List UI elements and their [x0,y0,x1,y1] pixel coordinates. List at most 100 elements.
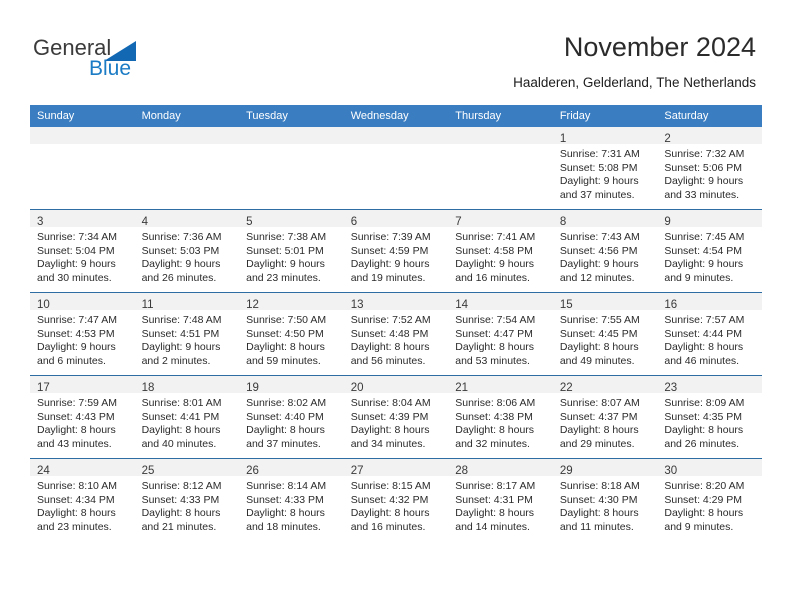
title-block: November 2024 Haalderen, Gelderland, The… [513,31,756,92]
daylight-text-line2: and 53 minutes. [455,354,530,367]
calendar-day-cell[interactable]: 28 Sunrise: 8:17 AM Sunset: 4:31 PM Dayligh… [448,458,553,541]
calendar-day-cell[interactable]: 7 Sunrise: 7:41 AM Sunset: 4:58 PM Daylight… [448,209,553,293]
daylight-text-line1: Daylight: 8 hours [350,341,430,353]
calendar-day-cell[interactable]: 25 Sunrise: 8:12 AM Sunset: 4:33 PM Dayligh… [134,458,240,541]
sunrise-text: Sunrise: 7:50 AM [246,314,327,326]
daylight-text-line2: and 59 minutes. [246,354,321,367]
sunrise-text: Sunrise: 7:45 AM [664,231,745,243]
day-number: 14 [455,299,469,311]
calendar-cell-empty [448,127,553,210]
sunset-text: Sunset: 5:04 PM [37,244,115,257]
sunset-text: Sunset: 4:45 PM [559,327,638,340]
page-title: November 2024 [563,32,756,62]
general-blue-logo[interactable]: General Blue [33,36,233,88]
sunrise-text: Sunrise: 7:59 AM [37,397,117,409]
calendar-day-cell[interactable]: 24 Sunrise: 8:10 AM Sunset: 4:34 PM Dayligh… [30,458,135,541]
weekday-header-thursday: Thursday [448,105,553,127]
day-number-band [343,127,449,144]
calendar-day-cell[interactable]: 22 Sunrise: 8:07 AM Sunset: 4:37 PM Dayligh… [552,375,658,459]
calendar-cell-empty [134,127,240,210]
calendar-day-cell[interactable]: 29 Sunrise: 8:18 AM Sunset: 4:30 PM Dayligh… [552,458,658,541]
daylight-text-line1: Daylight: 8 hours [246,507,325,519]
daylight-text-line2: and 16 minutes. [455,271,530,284]
day-number-band: 29 [552,459,658,477]
calendar-day-cell[interactable]: 8 Sunrise: 7:43 AM Sunset: 4:56 PM Daylight… [552,209,658,293]
sunrise-text: Sunrise: 7:38 AM [246,231,327,243]
sunrise-text: Sunrise: 8:17 AM [455,480,536,492]
daylight-text-line2: and 23 minutes. [37,520,112,533]
day-details: Sunrise: 8:15 AM Sunset: 4:32 PM Daylight:… [344,476,449,534]
weekday-header-sunday: Sunday [30,105,135,127]
daylight-text-line2: and 19 minutes. [350,271,426,284]
sunset-text: Sunset: 4:31 PM [455,493,533,506]
calendar-day-cell[interactable]: 21 Sunrise: 8:06 AM Sunset: 4:38 PM Dayligh… [448,375,553,459]
calendar-day-cell[interactable]: 30 Sunrise: 8:20 AM Sunset: 4:29 PM Dayligh… [657,458,762,541]
day-number: 18 [141,382,155,394]
sunrise-text: Sunrise: 7:48 AM [141,314,222,326]
day-number-band: 9 [657,210,762,228]
sunrise-text: Sunrise: 7:57 AM [664,314,745,326]
daylight-text-line1: Daylight: 8 hours [246,424,325,436]
calendar-day-cell[interactable]: 11 Sunrise: 7:48 AM Sunset: 4:51 PM Dayligh… [134,292,240,376]
calendar-day-cell[interactable]: 18 Sunrise: 8:01 AM Sunset: 4:41 PM Dayligh… [134,375,240,459]
day-number-band: 16 [657,293,762,311]
day-details: Sunrise: 7:43 AM Sunset: 4:56 PM Daylight:… [553,227,658,285]
daylight-text-line1: Daylight: 9 hours [350,258,430,270]
calendar-day-cell[interactable]: 23 Sunrise: 8:09 AM Sunset: 4:35 PM Dayligh… [657,375,762,459]
day-details: Sunrise: 7:50 AM Sunset: 4:50 PM Daylight:… [239,310,344,368]
day-number-band [134,127,240,144]
sunset-text: Sunset: 5:06 PM [664,161,743,174]
calendar-day-cell[interactable]: 26 Sunrise: 8:14 AM Sunset: 4:33 PM Dayligh… [239,458,344,541]
daylight-text-line1: Daylight: 8 hours [37,507,116,519]
sunrise-text: Sunrise: 8:02 AM [246,397,327,409]
day-number-band [239,127,344,144]
daylight-text-line1: Daylight: 8 hours [350,507,430,519]
sunrise-text: Sunrise: 8:07 AM [559,397,640,409]
calendar-cell-empty [239,127,344,210]
calendar-day-cell[interactable]: 10 Sunrise: 7:47 AM Sunset: 4:53 PM Dayligh… [30,292,135,376]
calendar-day-cell[interactable]: 14 Sunrise: 7:54 AM Sunset: 4:47 PM Dayligh… [448,292,553,376]
calendar-day-cell[interactable]: 20 Sunrise: 8:04 AM Sunset: 4:39 PM Dayligh… [343,375,449,459]
sunrise-text: Sunrise: 8:20 AM [664,480,745,492]
sunset-text: Sunset: 4:35 PM [664,410,743,423]
daylight-text-line1: Daylight: 9 hours [141,258,221,270]
day-number: 7 [455,216,462,228]
sunset-text: Sunset: 4:33 PM [246,493,324,506]
calendar-day-cell[interactable]: 15 Sunrise: 7:55 AM Sunset: 4:45 PM Dayligh… [552,292,658,376]
calendar-day-cell[interactable]: 6 Sunrise: 7:39 AM Sunset: 4:59 PM Daylight… [343,209,449,293]
daylight-text-line1: Daylight: 8 hours [141,507,221,519]
daylight-text-line2: and 29 minutes. [559,437,635,450]
day-number: 20 [350,382,364,394]
calendar-day-cell[interactable]: 9 Sunrise: 7:45 AM Sunset: 4:54 PM Daylight… [657,209,762,293]
daylight-text-line2: and 21 minutes. [141,520,217,533]
daylight-text-line2: and 9 minutes. [664,271,734,284]
day-number-band: 7 [448,210,553,228]
calendar-day-cell[interactable]: 12 Sunrise: 7:50 AM Sunset: 4:50 PM Dayligh… [239,292,344,376]
sunset-text: Sunset: 5:03 PM [141,244,220,257]
calendar-day-cell[interactable]: 16 Sunrise: 7:57 AM Sunset: 4:44 PM Dayligh… [657,292,762,376]
day-details: Sunrise: 8:09 AM Sunset: 4:35 PM Daylight:… [657,393,762,451]
sunrise-text: Sunrise: 7:34 AM [37,231,117,243]
calendar-day-cell[interactable]: 1 Sunrise: 7:31 AM Sunset: 5:08 PM Daylight… [552,127,658,210]
daylight-text-line2: and 18 minutes. [246,520,321,533]
day-number-band: 13 [343,293,449,311]
calendar-day-cell[interactable]: 13 Sunrise: 7:52 AM Sunset: 4:48 PM Dayligh… [343,292,449,376]
calendar-day-cell[interactable]: 27 Sunrise: 8:15 AM Sunset: 4:32 PM Dayligh… [343,458,449,541]
daylight-text-line2: and 12 minutes. [559,271,635,284]
daylight-text-line2: and 9 minutes. [664,520,734,533]
sunset-text: Sunset: 4:33 PM [141,493,220,506]
day-number: 10 [37,299,50,311]
calendar-day-cell[interactable]: 3 Sunrise: 7:34 AM Sunset: 5:04 PM Daylight… [30,209,135,293]
calendar-day-cell[interactable]: 19 Sunrise: 8:02 AM Sunset: 4:40 PM Dayligh… [239,375,344,459]
daylight-text-line2: and 46 minutes. [664,354,740,367]
calendar-day-cell[interactable]: 5 Sunrise: 7:38 AM Sunset: 5:01 PM Daylight… [239,209,344,293]
calendar-day-cell[interactable]: 2 Sunrise: 7:32 AM Sunset: 5:06 PM Daylight… [657,127,762,210]
day-number: 8 [559,216,567,228]
sunrise-text: Sunrise: 8:01 AM [141,397,222,409]
day-details: Sunrise: 7:54 AM Sunset: 4:47 PM Daylight:… [448,310,553,368]
calendar-day-cell[interactable]: 17 Sunrise: 7:59 AM Sunset: 4:43 PM Dayligh… [30,375,135,459]
daylight-text-line2: and 2 minutes. [141,354,211,367]
calendar-day-cell[interactable]: 4 Sunrise: 7:36 AM Sunset: 5:03 PM Daylight… [134,209,240,293]
sunrise-text: Sunrise: 8:10 AM [37,480,117,492]
day-number: 21 [455,382,469,394]
